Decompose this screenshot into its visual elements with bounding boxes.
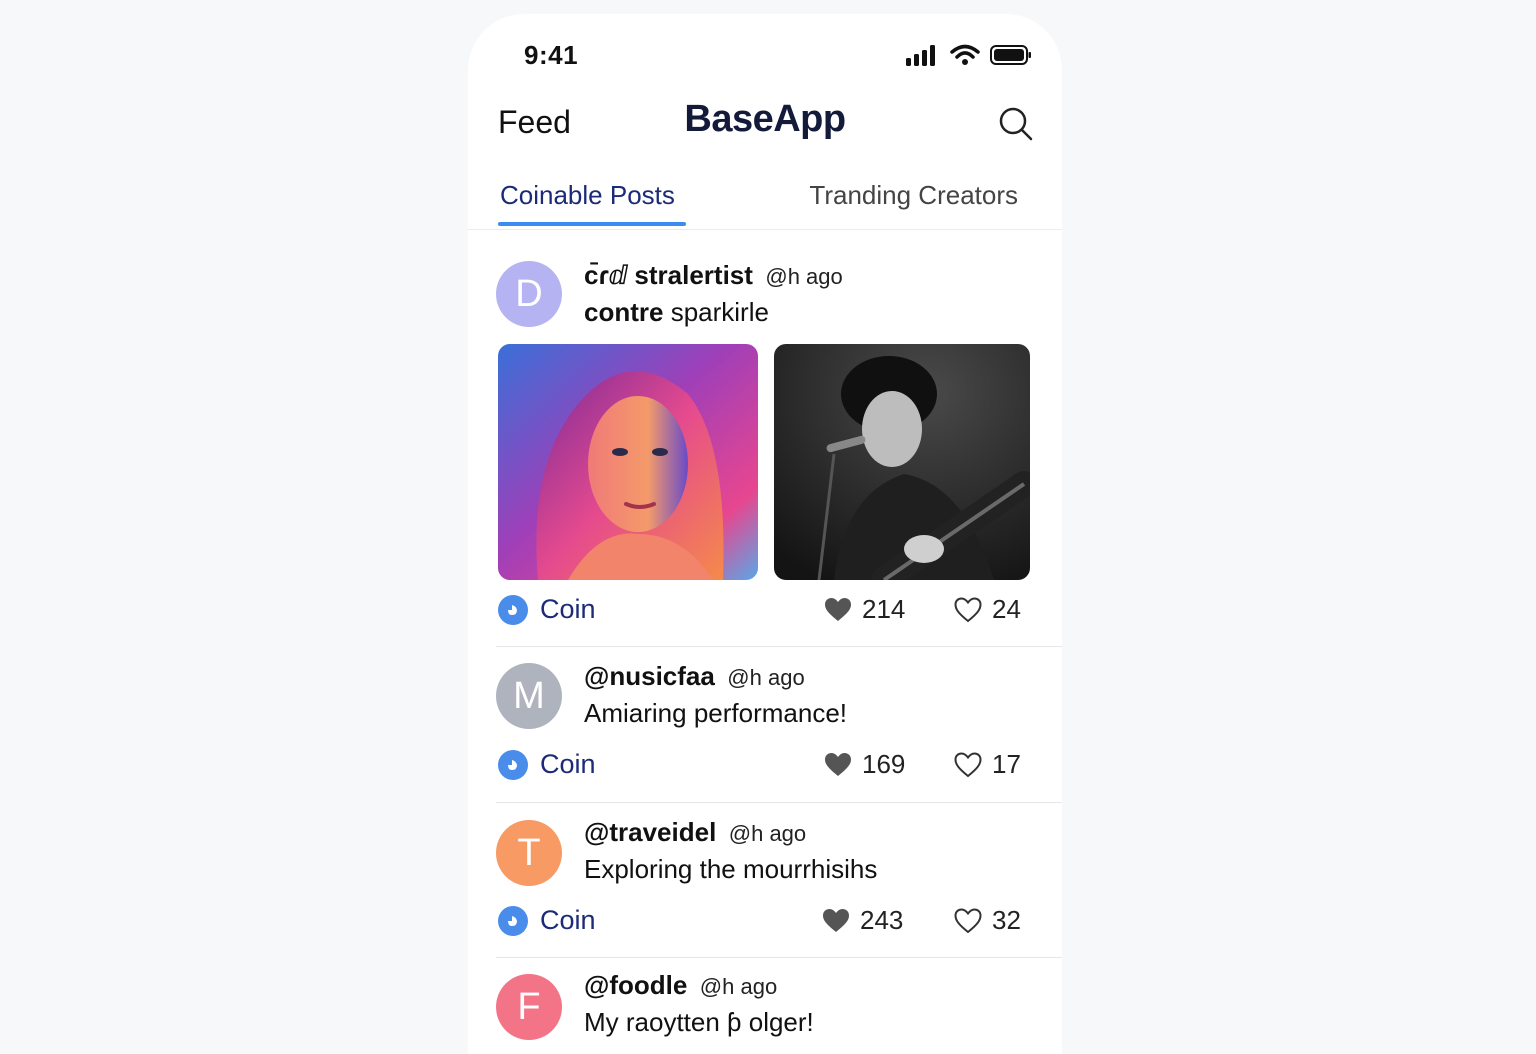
comment-count-value: 17 <box>992 749 1021 779</box>
battery-icon <box>990 45 1031 65</box>
post-header: @foodle @h ago My raoytten ƥ olger! <box>584 970 814 1038</box>
avatar[interactable]: F <box>496 974 562 1040</box>
comment-count[interactable]: 24 <box>954 594 1021 625</box>
post-time: @h ago <box>727 665 805 690</box>
post-time: @h ago <box>699 974 778 999</box>
post-time: @h ago <box>728 821 807 846</box>
post-username[interactable]: c̄ɾⅆ stralertist <box>584 260 753 290</box>
post-text-bold: contre <box>584 297 664 327</box>
like-count-value: 243 <box>860 905 904 935</box>
heart-filled-icon <box>823 908 849 932</box>
heart-outline-icon <box>954 907 982 933</box>
like-count-value: 169 <box>862 749 906 779</box>
coin-button[interactable]: Coin <box>498 594 596 625</box>
portrait-image-icon <box>498 344 758 580</box>
signal-icon <box>906 45 935 66</box>
search-icon <box>999 107 1033 141</box>
coin-button[interactable]: Coin <box>498 749 596 780</box>
comment-count-value: 24 <box>992 594 1021 624</box>
coin-icon <box>498 905 528 936</box>
post-item[interactable]: T @traveidel @h ago Exploring the mourrh… <box>496 803 1062 958</box>
post-item[interactable]: M @nusicfaa @h ago Amiaring performance!… <box>496 647 1062 803</box>
app-header: Feed BaseApp <box>468 94 1062 154</box>
avatar[interactable]: M <box>496 663 562 729</box>
heart-filled-icon <box>825 597 851 621</box>
avatar-initial: D <box>515 272 543 315</box>
phone-screen: 9:41 Feed BaseApp Coinable Posts Trandin… <box>468 14 1062 1054</box>
tab-trending-creators[interactable]: Tranding Creators <box>809 180 1018 211</box>
status-time: 9:41 <box>524 40 579 70</box>
status-icons <box>906 44 1032 66</box>
comment-count[interactable]: 17 <box>954 749 1021 780</box>
post-text-body: sparkirle <box>663 297 769 327</box>
heart-filled-icon <box>825 752 851 776</box>
post-image-portrait[interactable] <box>498 344 758 580</box>
post-time: @h ago <box>765 264 843 289</box>
coin-icon <box>498 749 528 780</box>
avatar[interactable]: D <box>496 261 562 327</box>
status-bar: 9:41 <box>468 14 1062 94</box>
active-tab-indicator <box>498 222 686 226</box>
post-username[interactable]: @nusicfaa <box>584 661 715 691</box>
post-text: Exploring the mourrhisihs <box>584 854 878 884</box>
post-item[interactable]: F @foodle @h ago My raoytten ƥ olger! <box>496 958 1062 1054</box>
post-username[interactable]: @foodle <box>584 970 687 1000</box>
like-count[interactable]: 169 <box>824 749 905 780</box>
like-count[interactable]: 214 <box>824 594 905 625</box>
avatar-initial: F <box>517 985 541 1028</box>
avatar[interactable]: T <box>496 820 562 886</box>
coin-label: Coin <box>540 905 596 935</box>
like-count[interactable]: 243 <box>822 905 903 936</box>
post-username[interactable]: @traveidel <box>584 817 716 847</box>
search-button[interactable] <box>996 104 1036 144</box>
post-header: @traveidel @h ago Exploring the mourrhis… <box>584 817 877 885</box>
post-text: Amiaring performance! <box>584 698 847 728</box>
post-actions: Coin 243 32 <box>498 905 1032 945</box>
musician-image-icon <box>774 344 1030 580</box>
post-actions: Coin 214 24 <box>498 594 1032 634</box>
post-header: @nusicfaa @h ago Amiaring performance! <box>584 661 847 729</box>
post-text: contre sparkirle <box>584 297 843 328</box>
coin-button[interactable]: Coin <box>498 905 596 936</box>
post-actions: Coin 169 17 <box>498 749 1032 789</box>
coin-label: Coin <box>540 594 596 624</box>
wifi-icon <box>950 44 980 65</box>
comment-count[interactable]: 32 <box>954 905 1021 936</box>
like-count-value: 214 <box>862 594 906 624</box>
feed-list[interactable]: D c̄ɾⅆ stralertist @h ago contre sparkir… <box>468 244 1062 1054</box>
heart-outline-icon <box>954 751 982 777</box>
post-image-musician[interactable] <box>774 344 1030 580</box>
tab-coinable-posts[interactable]: Coinable Posts <box>500 180 675 211</box>
app-title: BaseApp <box>684 98 846 140</box>
comment-count-value: 32 <box>992 905 1021 935</box>
avatar-initial: M <box>513 674 545 717</box>
post-images <box>498 344 1032 580</box>
heart-outline-icon <box>954 596 982 622</box>
avatar-initial: T <box>517 831 541 874</box>
post-text: My raoytten ƥ olger! <box>584 1007 814 1037</box>
post-header: c̄ɾⅆ stralertist @h ago contre sparkirle <box>584 260 843 328</box>
coin-icon <box>498 594 528 625</box>
feed-tabs: Coinable Posts Tranding Creators <box>468 174 1062 230</box>
post-item[interactable]: D c̄ɾⅆ stralertist @h ago contre sparkir… <box>496 244 1062 647</box>
coin-label: Coin <box>540 749 596 779</box>
